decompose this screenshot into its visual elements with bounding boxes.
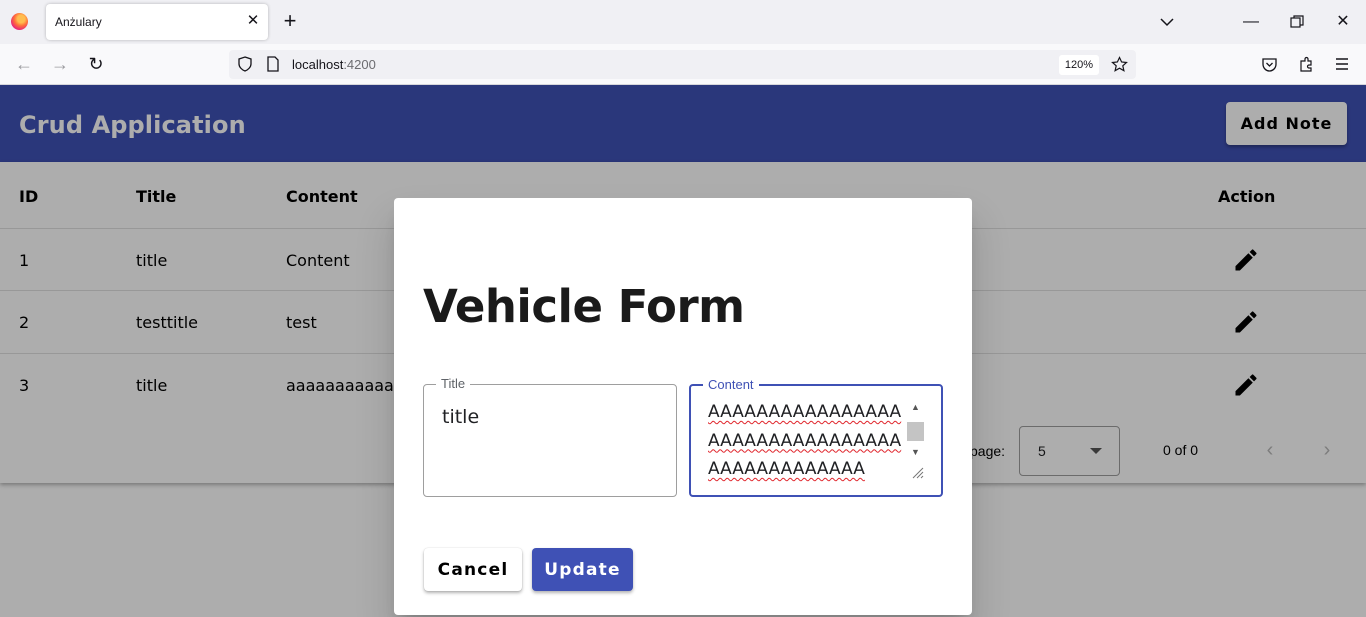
browser-tab-bar: Anżulary ✕ + — ✕ xyxy=(0,0,1366,44)
vehicle-form-dialog: Vehicle Form Title title Content AAAAAAA… xyxy=(394,198,972,615)
menu-icon[interactable] xyxy=(1334,56,1350,77)
scroll-thumb[interactable] xyxy=(907,422,924,441)
browser-tab[interactable]: Anżulary ✕ xyxy=(46,4,268,40)
close-tab-icon[interactable]: ✕ xyxy=(244,12,262,30)
content-scrollbar[interactable]: ▲ ▼ xyxy=(907,402,924,464)
forward-icon[interactable]: → xyxy=(48,52,72,76)
star-icon[interactable] xyxy=(1111,56,1128,78)
title-field-label: Title xyxy=(436,376,471,391)
url-host: localhost xyxy=(292,57,344,72)
dialog-title: Vehicle Form xyxy=(423,280,745,333)
url-text[interactable]: localhost:4200 xyxy=(292,57,376,72)
title-input[interactable]: title xyxy=(442,406,479,428)
tab-title: Anżulary xyxy=(55,15,102,29)
close-window-icon[interactable]: ✕ xyxy=(1331,10,1355,34)
browser-nav-bar: ← → ↻ localhost:4200 120% xyxy=(0,44,1366,85)
minimize-icon[interactable]: — xyxy=(1239,10,1263,34)
chevron-down-icon[interactable] xyxy=(1157,12,1177,32)
new-tab-icon[interactable]: + xyxy=(280,10,300,32)
back-icon[interactable]: ← xyxy=(12,52,36,76)
reload-icon[interactable]: ↻ xyxy=(84,52,108,76)
pocket-icon[interactable] xyxy=(1261,56,1278,78)
content-textarea[interactable]: AAAAAAAAAAAAAAAAAAAAAAAAAAAAAAAAAAAAAAAA… xyxy=(708,398,906,486)
shield-icon[interactable] xyxy=(237,56,253,77)
zoom-level[interactable]: 120% xyxy=(1059,55,1099,75)
firefox-logo-icon xyxy=(11,13,28,30)
restore-icon[interactable] xyxy=(1285,10,1309,34)
url-port: :4200 xyxy=(343,57,376,72)
content-field[interactable]: Content AAAAAAAAAAAAAAAAAAAAAAAAAAAAAAAA… xyxy=(689,377,943,497)
update-button[interactable]: Update xyxy=(532,548,633,591)
page-icon[interactable] xyxy=(266,56,280,77)
title-field[interactable]: Title title xyxy=(423,376,677,497)
scroll-up-icon[interactable]: ▲ xyxy=(910,402,921,412)
scroll-down-icon[interactable]: ▼ xyxy=(910,447,921,457)
content-field-label: Content xyxy=(703,377,759,392)
url-bar[interactable]: localhost:4200 120% xyxy=(229,50,1136,79)
cancel-button[interactable]: Cancel xyxy=(424,548,522,591)
resize-handle-icon[interactable] xyxy=(910,465,924,479)
extensions-icon[interactable] xyxy=(1298,56,1315,78)
